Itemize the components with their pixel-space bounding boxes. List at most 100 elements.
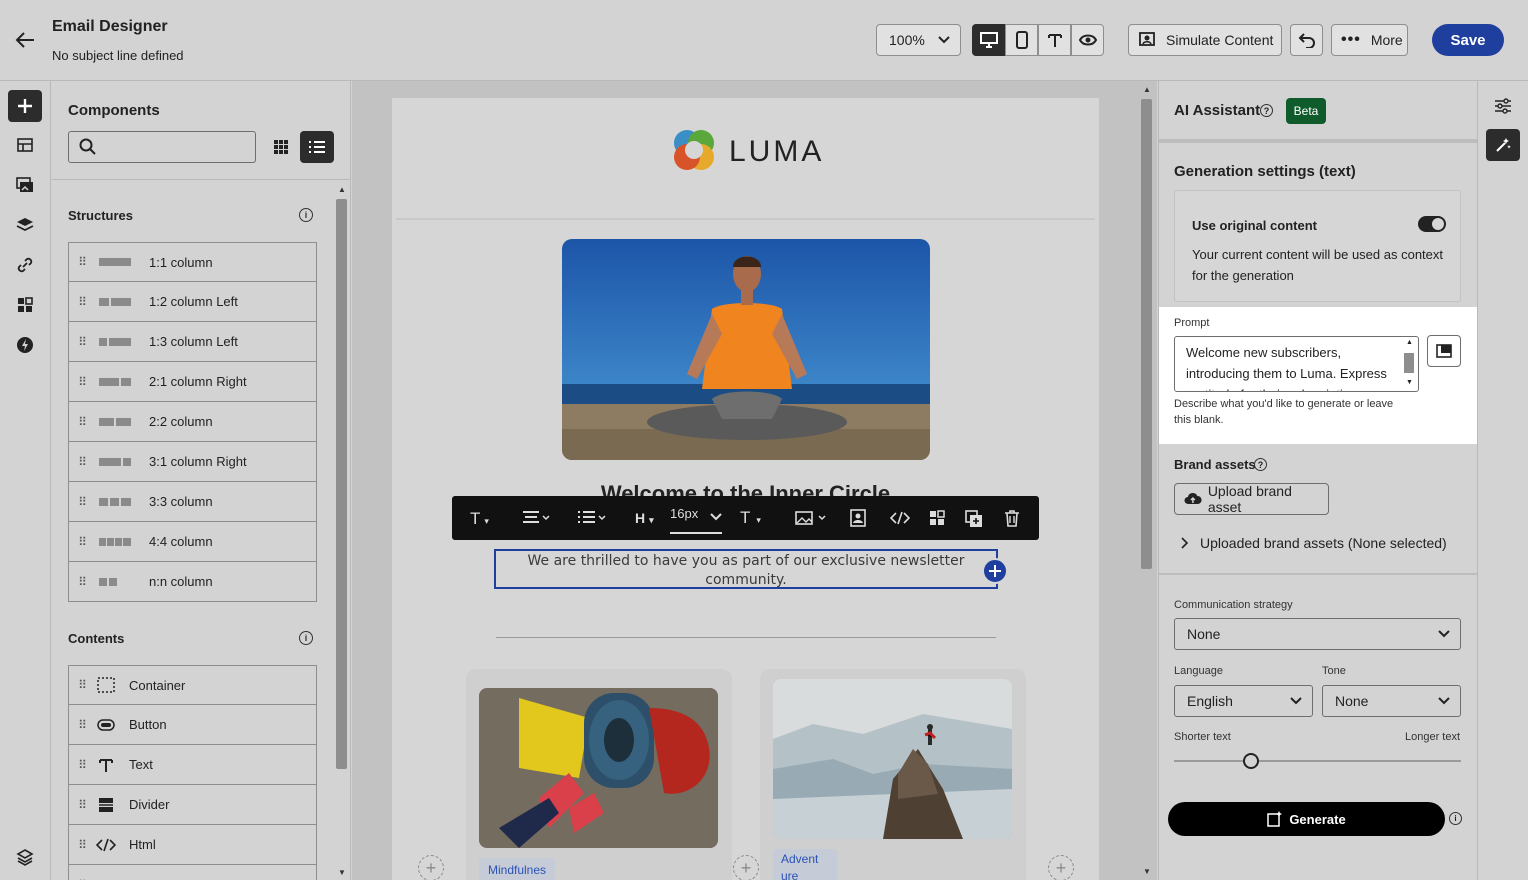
prompt-scrollbar[interactable]: ▲ ▼ <box>1403 339 1415 389</box>
info-icon[interactable]: i <box>299 208 313 222</box>
duplicate-button[interactable] <box>965 510 983 528</box>
save-button[interactable]: Save <box>1432 24 1504 56</box>
upload-brand-asset-button[interactable]: Upload brand asset <box>1174 483 1329 515</box>
content-item[interactable]: ⠿ Text <box>68 745 317 785</box>
tone-select[interactable]: None <box>1322 685 1461 717</box>
tag-adventure[interactable]: Advent ure <box>773 849 837 880</box>
preview-button[interactable] <box>1071 24 1104 56</box>
heading-button[interactable]: H ▾ <box>635 510 654 526</box>
components-scrollbar[interactable]: ▲ ▼ <box>335 185 349 880</box>
settings-button[interactable] <box>1486 90 1520 122</box>
drag-handle-icon[interactable]: ⠿ <box>69 678 95 692</box>
structure-item[interactable]: ⠿ 1:1 column <box>68 242 317 282</box>
selected-text-block[interactable]: We are thrilled to have you as part of o… <box>494 549 998 589</box>
body-text[interactable]: We are thrilled to have you as part of o… <box>496 551 996 590</box>
use-original-toggle[interactable] <box>1418 216 1446 232</box>
components-search[interactable] <box>68 131 256 163</box>
drag-handle-icon[interactable]: ⠿ <box>69 495 95 509</box>
structure-item[interactable]: ⠿ 3:1 column Right <box>68 442 317 482</box>
structure-item[interactable]: ⠿ 1:3 column Left <box>68 322 317 362</box>
drag-handle-icon[interactable]: ⠿ <box>69 255 95 269</box>
chevron-down-icon[interactable] <box>710 512 722 522</box>
desktop-view-button[interactable] <box>972 24 1005 56</box>
drop-zone-icon[interactable]: + <box>1048 855 1074 880</box>
text-color-button[interactable]: T ▾ <box>740 508 761 528</box>
align-button[interactable] <box>522 510 550 526</box>
mobile-view-button[interactable] <box>1005 24 1038 56</box>
drag-handle-icon[interactable]: ⠿ <box>69 838 95 852</box>
strategy-select[interactable]: None <box>1174 618 1461 650</box>
content-item[interactable]: ⠿ <box>68 865 317 880</box>
tag-adventure-label-cont: ure <box>781 869 799 880</box>
drop-zone-icon[interactable]: + <box>733 855 759 880</box>
upload-cloud-icon <box>1184 493 1202 504</box>
card-image-adventure[interactable] <box>773 679 1012 839</box>
drag-handle-icon[interactable]: ⠿ <box>69 718 95 732</box>
layers-stack-button[interactable] <box>8 841 42 873</box>
simulate-content-button[interactable]: Simulate Content <box>1128 24 1282 56</box>
length-slider[interactable] <box>1174 751 1461 771</box>
list-view-button[interactable] <box>300 131 334 163</box>
card-image-mindfulness[interactable] <box>479 688 718 848</box>
links-button[interactable] <box>8 249 42 281</box>
content-item[interactable]: ⠿ Container <box>68 665 317 705</box>
undo-button[interactable] <box>1290 24 1323 56</box>
generate-button[interactable]: Generate <box>1168 802 1445 836</box>
add-components-button[interactable] <box>8 90 42 122</box>
font-style-button[interactable]: T ▾ <box>470 509 489 529</box>
widgets-button[interactable] <box>8 289 42 321</box>
language-select[interactable]: English <box>1174 685 1313 717</box>
drag-handle-icon[interactable]: ⠿ <box>69 575 95 589</box>
tag-mindfulness[interactable]: Mindfulnes <box>479 858 556 880</box>
canvas-scrollbar[interactable]: ▲ ▼ <box>1140 85 1154 880</box>
zoom-select[interactable]: 100% <box>876 24 961 56</box>
ai-assistant-button[interactable] <box>1486 129 1520 161</box>
structure-item[interactable]: ⠿ 4:4 column <box>68 522 317 562</box>
drag-handle-icon[interactable]: ⠿ <box>69 415 95 429</box>
content-item[interactable]: ⠿ Button <box>68 705 317 745</box>
info-icon[interactable]: i <box>299 631 313 645</box>
help-icon[interactable]: ? <box>1254 458 1267 471</box>
help-icon[interactable]: ? <box>1260 104 1273 117</box>
expand-prompt-button[interactable] <box>1427 335 1461 367</box>
drag-handle-icon[interactable]: ⠿ <box>69 798 95 812</box>
drag-handle-icon[interactable]: ⠿ <box>69 455 95 469</box>
hero-image[interactable] <box>562 239 930 460</box>
more-button[interactable]: ••• More <box>1331 24 1408 56</box>
image-button[interactable] <box>795 511 829 525</box>
structure-item[interactable]: ⠿ 1:2 column Left <box>68 282 317 322</box>
add-block-button[interactable] <box>982 558 1008 584</box>
personalize-button[interactable] <box>850 509 866 527</box>
uploaded-assets-toggle[interactable]: Uploaded brand assets (None selected) <box>1180 535 1447 551</box>
length-slider-thumb[interactable] <box>1243 753 1259 769</box>
card-left[interactable]: Mindfulnes <box>466 669 732 880</box>
info-icon[interactable]: i <box>1449 812 1462 825</box>
structure-item[interactable]: ⠿ n:n column <box>68 562 317 602</box>
layers-button[interactable] <box>8 209 42 241</box>
content-item[interactable]: ⠿ Divider <box>68 785 317 825</box>
delete-button[interactable] <box>1004 509 1020 527</box>
prompt-text[interactable]: Welcome new subscribers, introducing the… <box>1175 337 1418 391</box>
search-input[interactable] <box>103 136 248 158</box>
drag-handle-icon[interactable]: ⠿ <box>69 295 95 309</box>
text-view-button[interactable] <box>1038 24 1071 56</box>
structure-item[interactable]: ⠿ 2:1 column Right <box>68 362 317 402</box>
drop-zone-icon[interactable]: + <box>418 855 444 880</box>
structure-item[interactable]: ⠿ 2:2 column <box>68 402 317 442</box>
fragments-button[interactable] <box>8 129 42 161</box>
drag-handle-icon[interactable]: ⠿ <box>69 535 95 549</box>
drag-handle-icon[interactable]: ⠿ <box>69 758 95 772</box>
list-button[interactable] <box>577 510 607 526</box>
assets-button[interactable] <box>8 169 42 201</box>
grid-view-button[interactable] <box>266 131 296 163</box>
code-button[interactable] <box>890 511 910 525</box>
personalization-button[interactable] <box>8 329 42 361</box>
card-right[interactable]: Advent ure <box>760 669 1026 880</box>
back-arrow-icon[interactable] <box>14 30 36 50</box>
prompt-textarea[interactable]: Welcome new subscribers, introducing the… <box>1174 336 1419 392</box>
layout-button[interactable] <box>929 510 945 526</box>
structure-item[interactable]: ⠿ 3:3 column <box>68 482 317 522</box>
content-item[interactable]: ⠿ Html <box>68 825 317 865</box>
drag-handle-icon[interactable]: ⠿ <box>69 375 95 389</box>
drag-handle-icon[interactable]: ⠿ <box>69 335 95 349</box>
